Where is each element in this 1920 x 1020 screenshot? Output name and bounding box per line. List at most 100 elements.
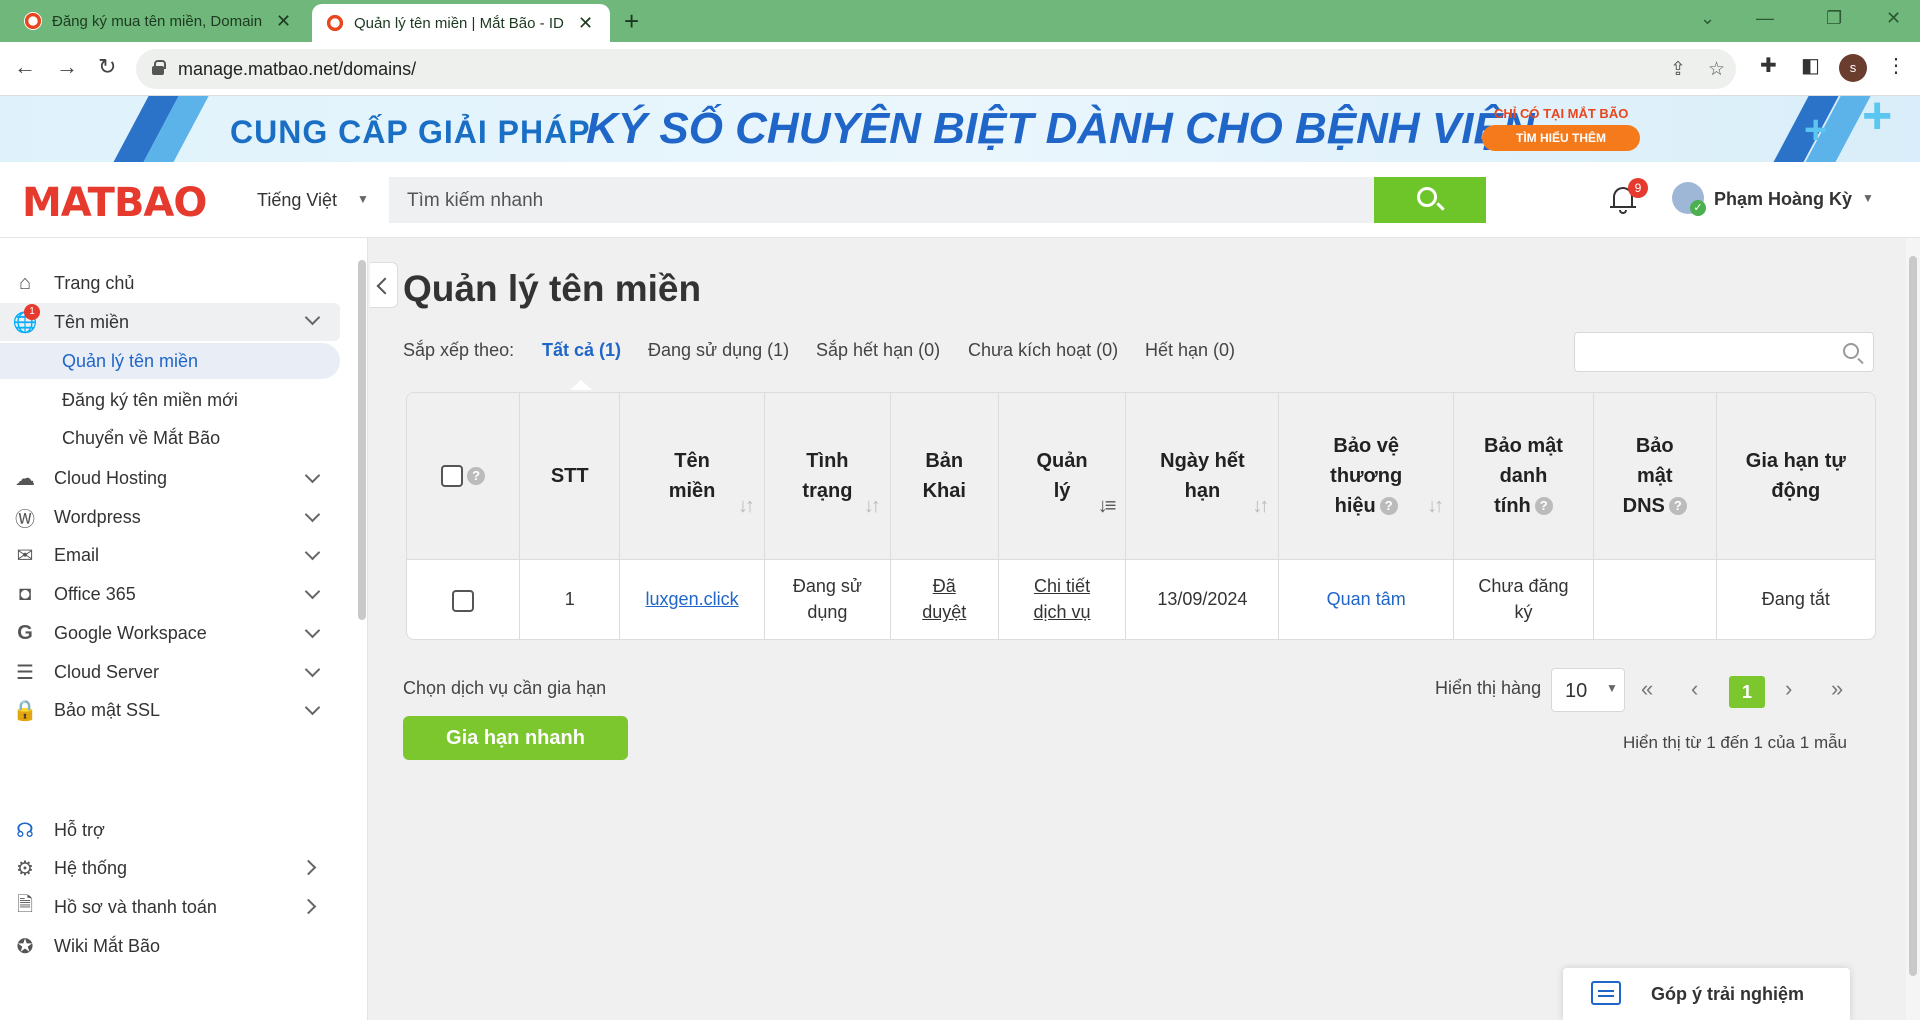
- scrollbar-thumb[interactable]: [1909, 256, 1917, 976]
- help-icon[interactable]: ?: [1379, 497, 1398, 516]
- sidebar-item-billing[interactable]: 🗎 Hồ sơ và thanh toán: [0, 888, 340, 926]
- bell-base: [1610, 206, 1636, 208]
- filter-all[interactable]: Tất cả (1): [542, 340, 621, 361]
- sidebar-item-google-workspace[interactable]: G Google Workspace: [0, 614, 340, 652]
- bookmark-star-icon[interactable]: ☆: [1708, 58, 1725, 81]
- user-menu[interactable]: Phạm Hoàng Kỳ ▼: [1672, 182, 1882, 218]
- domain-link[interactable]: luxgen.click: [646, 589, 739, 609]
- help-icon[interactable]: ?: [1534, 497, 1553, 516]
- header-line: Bản: [925, 449, 964, 472]
- brand-protection-link[interactable]: Quan tâm: [1327, 589, 1406, 609]
- menu-icon[interactable]: ⋮: [1886, 53, 1906, 78]
- sort-desc-icon[interactable]: ↓≡: [1098, 491, 1117, 521]
- search-icon-handle: [1436, 202, 1445, 211]
- service-detail-link[interactable]: dịch vụ: [1034, 602, 1091, 622]
- page-scrollbar[interactable]: [1906, 238, 1920, 1020]
- sidebar-item-system[interactable]: ⚙ Hệ thống: [0, 849, 340, 887]
- sort-icon[interactable]: ↓↑: [864, 491, 881, 521]
- language-selector[interactable]: Tiếng Việt ▼: [257, 190, 369, 211]
- sidebar-item-label: Hỗ trợ: [54, 819, 105, 840]
- sidebar-item-domains[interactable]: 🌐 1 Tên miền: [0, 303, 340, 341]
- browser-tab[interactable]: Đăng ký mua tên miền, Domain, ✕: [10, 0, 310, 42]
- column-header-status[interactable]: Tình trạng ↓↑: [764, 393, 891, 559]
- url-field[interactable]: manage.matbao.net/domains/ ⇪ ☆: [136, 49, 1736, 89]
- sort-icon[interactable]: ↓↑: [738, 491, 755, 521]
- sidebar-item-support[interactable]: ☊ Hỗ trợ: [0, 811, 340, 849]
- service-detail-link[interactable]: Chi tiết: [1034, 576, 1090, 596]
- sidebar-item-office-365[interactable]: ◘ Office 365: [0, 575, 340, 613]
- sidebar-subitem-transfer-domain[interactable]: Chuyển về Mắt Bão: [0, 420, 340, 456]
- forward-icon[interactable]: →: [56, 54, 78, 80]
- minimize-icon[interactable]: —: [1756, 8, 1774, 29]
- next-page-icon[interactable]: ›: [1785, 676, 1792, 702]
- declaration-link[interactable]: duyệt: [922, 602, 966, 622]
- reload-icon[interactable]: ↻: [98, 54, 116, 80]
- plus-decor-icon: +: [1804, 108, 1828, 152]
- quick-search-input[interactable]: Tìm kiếm nhanh: [389, 177, 1486, 223]
- filter-expiring[interactable]: Sắp hết hạn (0): [816, 340, 940, 361]
- first-page-icon[interactable]: «: [1641, 676, 1653, 702]
- sidebar-subitem-register-domain[interactable]: Đăng ký tên miền mới: [0, 382, 340, 418]
- share-icon[interactable]: ⇪: [1670, 58, 1686, 81]
- matbao-logo[interactable]: MATBAO: [22, 180, 207, 226]
- office-icon: ◘: [18, 582, 32, 605]
- sidebar-item-home[interactable]: ⌂ Trang chủ: [0, 264, 340, 302]
- cell-brand-protection: Quan tâm: [1278, 558, 1455, 639]
- sidebar-item-wiki[interactable]: ✪ Wiki Mắt Bão: [0, 927, 340, 965]
- rows-per-page-select[interactable]: 10 ▼: [1551, 668, 1625, 712]
- sidebar-scrollbar[interactable]: [358, 260, 366, 620]
- row-checkbox[interactable]: [452, 589, 475, 612]
- user-name: Phạm Hoàng Kỳ: [1714, 189, 1853, 209]
- browser-tab-active[interactable]: Quản lý tên miền | Mắt Bão - ID M ✕: [312, 4, 610, 42]
- cell-stt: 1: [519, 558, 621, 639]
- cell-domain: luxgen.click: [619, 558, 765, 639]
- last-page-icon[interactable]: »: [1831, 676, 1843, 702]
- prev-page-icon[interactable]: ‹: [1691, 676, 1698, 702]
- promo-banner[interactable]: CUNG CẤP GIẢI PHÁP KÝ SỐ CHUYÊN BIỆT DÀN…: [0, 96, 1920, 162]
- restore-icon[interactable]: ❐: [1826, 8, 1842, 29]
- sort-icon[interactable]: ↓↑: [1252, 491, 1269, 521]
- header-line: Ngày hết: [1160, 449, 1245, 472]
- caret-down-icon: ▼: [1862, 191, 1874, 205]
- help-icon[interactable]: ?: [1668, 497, 1687, 516]
- declaration-link[interactable]: Đã: [933, 576, 956, 596]
- sidebar-item-ssl[interactable]: 🔒 Bảo mật SSL: [0, 691, 340, 729]
- sidebar-item-email[interactable]: ✉ Email: [0, 536, 340, 574]
- column-header-domain[interactable]: Tên miền ↓↑: [619, 393, 765, 559]
- tab-search-icon[interactable]: ⌄: [1700, 8, 1715, 29]
- new-tab-button[interactable]: +: [624, 6, 639, 37]
- banner-cta-button[interactable]: TÌM HIỂU THÊM: [1482, 125, 1640, 151]
- side-panel-icon[interactable]: ◧: [1801, 53, 1820, 78]
- extensions-icon[interactable]: ✚: [1760, 53, 1777, 78]
- feedback-button[interactable]: Góp ý trải nghiệm: [1563, 968, 1850, 1020]
- sidebar-item-wordpress[interactable]: Ⓦ Wordpress: [0, 498, 340, 536]
- sidebar-subitem-manage-domains[interactable]: Quản lý tên miền: [0, 343, 340, 379]
- close-tab-icon[interactable]: ✕: [578, 13, 593, 34]
- filter-in-use[interactable]: Đang sử dụng (1): [648, 340, 789, 361]
- table-search-input[interactable]: [1574, 332, 1874, 372]
- help-icon[interactable]: ?: [467, 467, 486, 486]
- search-button[interactable]: [1374, 177, 1486, 223]
- collapse-sidebar-button[interactable]: [370, 262, 398, 308]
- banner-headline: CUNG CẤP GIẢI PHÁP: [230, 114, 591, 150]
- back-icon[interactable]: ←: [14, 54, 36, 80]
- close-window-icon[interactable]: ✕: [1886, 8, 1901, 29]
- page-1-button[interactable]: 1: [1729, 676, 1765, 708]
- column-header-expiry[interactable]: Ngày hết hạn ↓↑: [1125, 393, 1280, 559]
- header-line: miền: [668, 479, 716, 502]
- privacy-line: Chưa đăng: [1478, 576, 1569, 597]
- sort-icon[interactable]: ↓↑: [1427, 491, 1444, 521]
- lock-icon[interactable]: [152, 60, 166, 75]
- quick-renew-button[interactable]: Gia hạn nhanh: [403, 716, 628, 760]
- column-header-manage[interactable]: Quản lý ↓≡: [998, 393, 1127, 559]
- filter-not-activated[interactable]: Chưa kích hoạt (0): [968, 340, 1118, 361]
- sidebar-item-cloud-hosting[interactable]: ☁ Cloud Hosting: [0, 459, 340, 497]
- notification-bell-icon[interactable]: 9: [1608, 178, 1648, 216]
- chevron-right-icon: [300, 859, 317, 876]
- profile-avatar[interactable]: s: [1839, 54, 1867, 82]
- column-header-brand-protection[interactable]: Bảo vệ thương hiệu? ↓↑: [1278, 393, 1455, 559]
- select-all-checkbox[interactable]: [441, 465, 464, 488]
- sidebar-item-cloud-server[interactable]: ☰ Cloud Server: [0, 653, 340, 691]
- filter-expired[interactable]: Hết hạn (0): [1145, 340, 1235, 361]
- close-tab-icon[interactable]: ✕: [276, 11, 291, 32]
